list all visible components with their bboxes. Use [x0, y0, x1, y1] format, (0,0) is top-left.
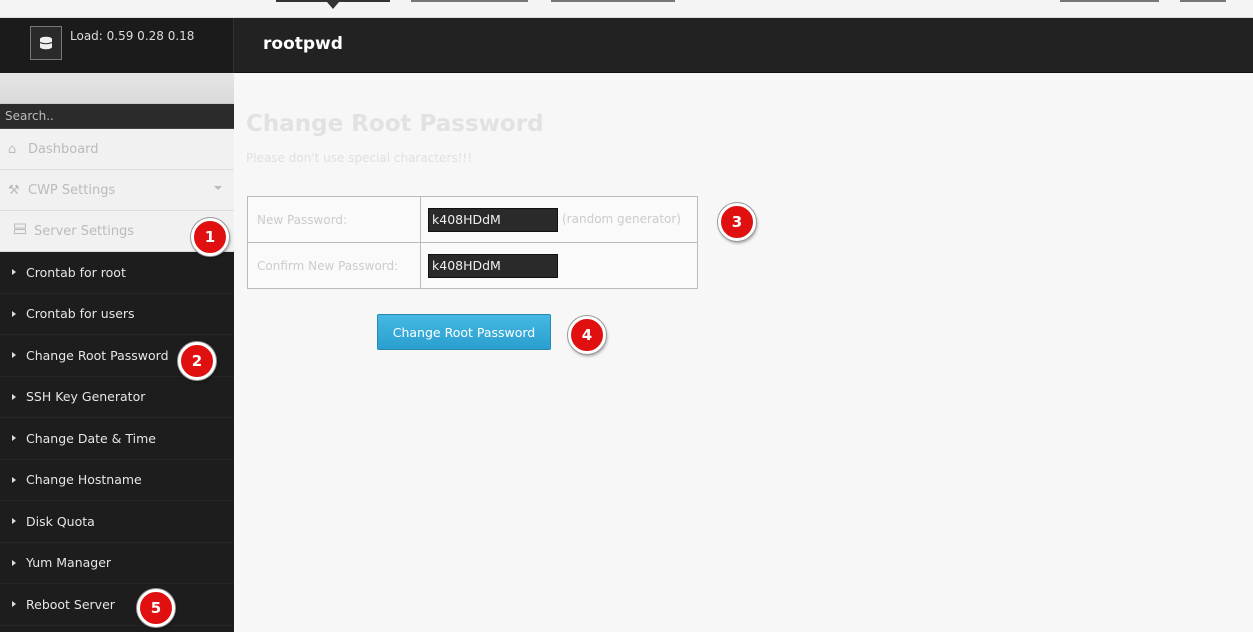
step-marker-3: 3	[718, 203, 756, 241]
sidebar-item-disk-quota[interactable]: Disk Quota	[0, 501, 234, 543]
confirm-password-label: Confirm New Password:	[247, 242, 421, 289]
sidebar-item-change-date-time[interactable]: Change Date & Time	[0, 418, 234, 460]
sidebar-item-cwp-settings[interactable]: ⚒ CWP Settings	[0, 170, 234, 211]
password-form: New Password: (random generator) Confirm…	[247, 196, 698, 289]
home-icon: ⌂	[8, 141, 17, 157]
server-load-box: Load: 0.59 0.28 0.18	[0, 18, 234, 73]
database-icon	[39, 36, 53, 50]
sidebar-item-label: CWP Settings	[28, 182, 116, 198]
main-content: Change Root Password Please don't use sp…	[234, 73, 1253, 632]
sidebar-item-reboot-server[interactable]: Reboot Server	[0, 584, 234, 626]
server-icon	[14, 223, 34, 239]
top-tab[interactable]	[411, 0, 528, 2]
step-marker-5: 5	[137, 589, 175, 627]
sidebar-item-label: Dashboard	[28, 141, 99, 157]
sidebar-item-label: Reboot Server	[26, 596, 115, 612]
random-generator-link[interactable]: (random generator)	[562, 212, 681, 226]
step-marker-1: 1	[191, 218, 229, 256]
sidebar-item-crontab-root[interactable]: Crontab for root	[0, 252, 234, 294]
top-tab-strip	[0, 0, 1253, 18]
confirm-password-cell	[420, 242, 698, 289]
change-root-password-button[interactable]: Change Root Password	[377, 314, 551, 350]
caret-right-icon	[12, 435, 16, 442]
caret-down-icon	[327, 2, 339, 9]
sidebar-item-label: Change Hostname	[26, 472, 142, 488]
new-password-cell: (random generator)	[420, 196, 698, 243]
wrench-icon: ⚒	[8, 182, 20, 198]
sidebar-item-label: Change Date & Time	[26, 430, 156, 446]
new-password-label: New Password:	[247, 196, 421, 243]
caret-right-icon	[12, 601, 16, 608]
confirm-password-input[interactable]	[428, 253, 558, 278]
sidebar-item-label: Crontab for users	[26, 306, 135, 322]
caret-right-icon	[12, 310, 16, 317]
sidebar-item-label: Crontab for root	[26, 264, 126, 280]
sidebar-item-label: SSH Key Generator	[26, 389, 146, 405]
top-tab[interactable]	[1180, 0, 1226, 2]
sidebar-item-label: Server Settings	[34, 223, 135, 239]
caret-right-icon	[12, 476, 16, 483]
load-average: Load: 0.59 0.28 0.18	[70, 29, 195, 43]
caret-right-icon	[12, 269, 16, 276]
sidebar-item-ssh-key-generator[interactable]: SSH Key Generator	[0, 377, 234, 418]
chevron-down-icon	[214, 186, 222, 190]
top-tab[interactable]	[1060, 0, 1159, 2]
sidebar-item-label: Change Root Password	[26, 347, 169, 363]
page-heading: rootpwd	[263, 34, 343, 54]
header-bar: Load: 0.59 0.28 0.18 rootpwd	[0, 18, 1253, 73]
step-marker-4: 4	[568, 316, 606, 354]
caret-right-icon	[12, 559, 16, 566]
sidebar-item-label: Yum Manager	[26, 555, 112, 571]
sidebar-item-change-hostname[interactable]: Change Hostname	[0, 460, 234, 501]
caret-right-icon	[12, 352, 16, 359]
sidebar-item-label: Disk Quota	[26, 513, 95, 529]
server-button[interactable]	[30, 26, 62, 60]
form-row-new-password: New Password: (random generator)	[247, 196, 698, 243]
page-subtitle: Please don't use special characters!!!	[246, 151, 473, 165]
caret-right-icon	[12, 393, 16, 400]
sidebar-item-dashboard[interactable]: ⌂ Dashboard	[0, 129, 234, 170]
caret-right-icon	[12, 518, 16, 525]
sidebar-top-spacer	[0, 73, 234, 104]
sidebar-item-yum-manager[interactable]: Yum Manager	[0, 543, 234, 584]
sidebar-item-crontab-users[interactable]: Crontab for users	[0, 294, 234, 335]
search-input[interactable]	[0, 104, 234, 129]
form-row-confirm-password: Confirm New Password:	[247, 242, 698, 289]
new-password-input[interactable]	[428, 207, 558, 232]
step-marker-2: 2	[178, 342, 216, 380]
page-title: Change Root Password	[246, 111, 544, 137]
top-tab[interactable]	[551, 0, 675, 2]
